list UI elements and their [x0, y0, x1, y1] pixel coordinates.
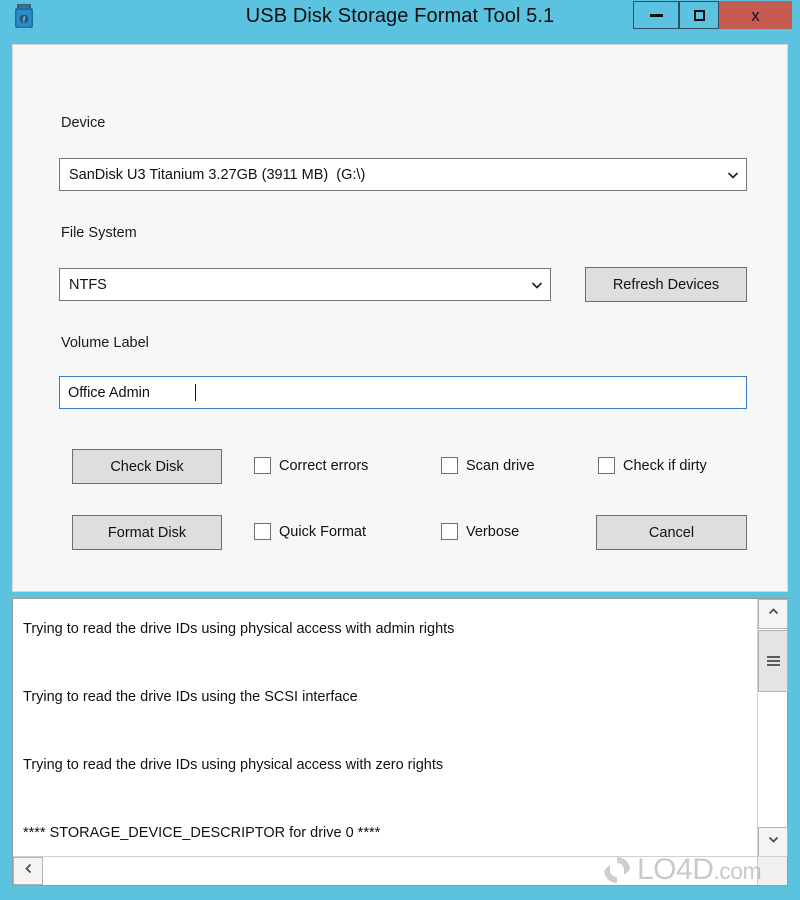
- maximize-button[interactable]: [679, 1, 719, 29]
- chevron-down-icon: [524, 278, 550, 292]
- file-system-select[interactable]: NTFS: [59, 268, 551, 301]
- quick-format-checkbox[interactable]: Quick Format: [254, 523, 366, 540]
- checkbox-box[interactable]: [254, 457, 271, 474]
- verbose-checkbox[interactable]: Verbose: [441, 523, 519, 540]
- scroll-up-button[interactable]: [758, 599, 788, 629]
- log-vertical-scrollbar[interactable]: [757, 599, 788, 857]
- checkbox-box[interactable]: [254, 523, 271, 540]
- log-panel: Trying to read the drive IDs using physi…: [12, 598, 788, 886]
- log-horizontal-scrollbar[interactable]: [13, 856, 757, 885]
- text-caret: [195, 384, 196, 401]
- log-line: Trying to read the drive IDs using physi…: [23, 621, 455, 637]
- check-disk-button[interactable]: Check Disk: [72, 449, 222, 484]
- scrollbar-thumb[interactable]: [758, 630, 788, 692]
- title-bar: f USB Disk Storage Format Tool 5.1 x: [0, 0, 800, 30]
- volume-label-label: Volume Label: [61, 335, 149, 351]
- file-system-label: File System: [61, 225, 137, 241]
- scroll-down-button[interactable]: [758, 827, 788, 857]
- close-button[interactable]: x: [719, 1, 792, 29]
- log-output[interactable]: Trying to read the drive IDs using physi…: [13, 599, 757, 857]
- verbose-label: Verbose: [466, 523, 520, 540]
- close-icon: x: [751, 5, 760, 25]
- checkbox-box[interactable]: [441, 523, 458, 540]
- chevron-down-icon: [720, 168, 746, 182]
- file-system-select-value: NTFS: [69, 276, 107, 293]
- log-line: Trying to read the drive IDs using physi…: [23, 757, 444, 773]
- volume-label-field-wrap[interactable]: [59, 376, 747, 409]
- format-disk-button[interactable]: Format Disk: [72, 515, 222, 550]
- correct-errors-checkbox[interactable]: Correct errors: [254, 457, 368, 474]
- grip-icon: [766, 654, 780, 668]
- volume-label-input[interactable]: [60, 384, 200, 401]
- checkbox-box[interactable]: [598, 457, 615, 474]
- checkbox-box[interactable]: [441, 457, 458, 474]
- chevron-left-icon: [22, 862, 35, 880]
- scroll-left-button[interactable]: [13, 857, 43, 885]
- quick-format-label: Quick Format: [279, 523, 367, 540]
- refresh-devices-button[interactable]: Refresh Devices: [585, 267, 747, 302]
- scrollbar-corner: [757, 856, 787, 885]
- minimize-icon: [649, 13, 663, 17]
- device-label: Device: [61, 115, 106, 131]
- chevron-down-icon: [767, 833, 780, 851]
- cancel-button[interactable]: Cancel: [596, 515, 747, 550]
- horizontal-scroll-track[interactable]: [44, 857, 757, 885]
- log-line: **** STORAGE_DEVICE_DESCRIPTOR for drive…: [23, 825, 381, 841]
- device-select[interactable]: SanDisk U3 Titanium 3.27GB (3911 MB) (G:…: [59, 158, 747, 191]
- device-select-value: SanDisk U3 Titanium 3.27GB (3911 MB) (G:…: [69, 166, 366, 183]
- main-form-panel: Device SanDisk U3 Titanium 3.27GB (3911 …: [12, 44, 788, 619]
- chevron-up-icon: [767, 605, 780, 623]
- maximize-icon: [693, 9, 705, 21]
- scan-drive-label: Scan drive: [466, 457, 535, 474]
- scan-drive-checkbox[interactable]: Scan drive: [441, 457, 535, 474]
- minimize-button[interactable]: [633, 1, 679, 29]
- correct-errors-label: Correct errors: [279, 457, 369, 474]
- check-if-dirty-label: Check if dirty: [623, 457, 707, 474]
- check-if-dirty-checkbox[interactable]: Check if dirty: [598, 457, 707, 474]
- log-line: Trying to read the drive IDs using the S…: [23, 689, 358, 705]
